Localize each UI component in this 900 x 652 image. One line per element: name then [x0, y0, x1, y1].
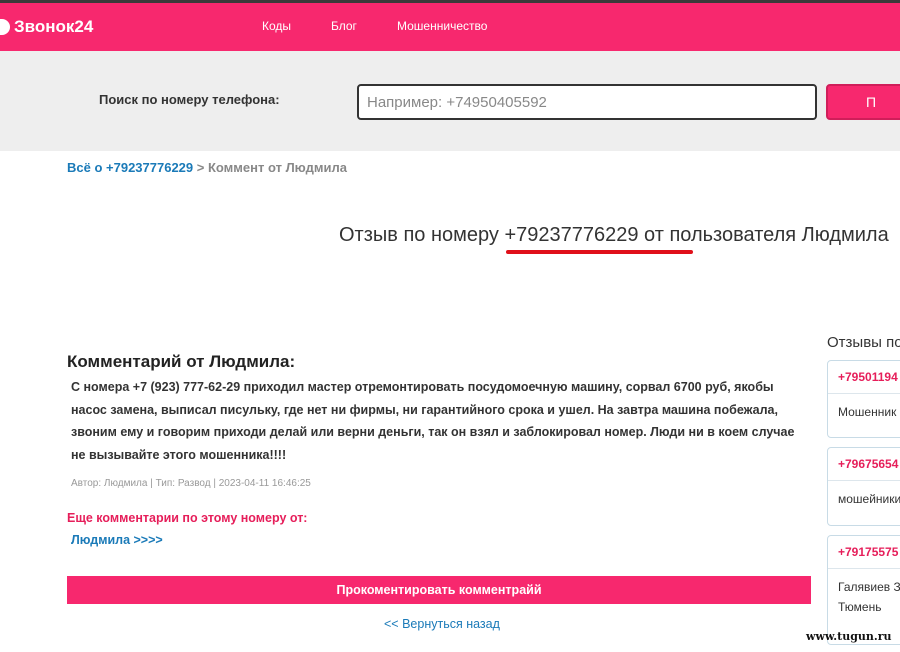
- breadcrumb-number-link[interactable]: Всё о +79237776229: [67, 160, 193, 175]
- watermark: www.tugun.ru: [806, 630, 892, 643]
- sidebar-card-text: Мошенник с: [838, 405, 900, 419]
- sidebar-card-number[interactable]: +79501194: [828, 361, 900, 394]
- search-button[interactable]: П: [826, 84, 900, 120]
- sidebar-review-card[interactable]: +79675654 мошейники: [827, 447, 900, 526]
- sidebar-card-text: мошейники: [838, 492, 900, 506]
- comment-heading: Комментарий от Людмила:: [67, 352, 296, 371]
- more-comments-author-link[interactable]: Людмила >>>>: [71, 533, 163, 547]
- breadcrumb: Всё о +79237776229 > Коммент от Людмила: [67, 160, 347, 175]
- breadcrumb-separator: >: [193, 160, 208, 175]
- more-comments-label: Еще комментарии по этому номеру от:: [67, 511, 308, 525]
- logo-text: Звонок24: [14, 17, 94, 36]
- nav-link-blog[interactable]: Блог: [331, 19, 357, 33]
- site-logo[interactable]: Звонок24: [0, 16, 93, 38]
- sidebar-card-number[interactable]: +79675654: [828, 448, 900, 481]
- back-link[interactable]: << Вернуться назад: [384, 617, 500, 631]
- nav-link-fraud[interactable]: Мошенничество: [397, 19, 487, 33]
- phone-search-input[interactable]: [357, 84, 817, 120]
- logo-icon: [0, 19, 10, 35]
- sidebar-card-text: Галявиев З Тюмень: [828, 569, 900, 617]
- page-title: Отзыв по номеру +79237776229 от пользова…: [339, 224, 889, 246]
- sidebar-review-card[interactable]: +79501194 Мошенник с: [827, 360, 900, 438]
- highlight-underline: [506, 250, 693, 254]
- sidebar-review-card[interactable]: +79175575 Галявиев З Тюмень: [827, 535, 900, 645]
- comment-text: С номера +7 (923) 777-62-29 приходил мас…: [71, 380, 795, 462]
- sidebar-title: Отзывы по: [827, 334, 900, 351]
- comment-reply-button[interactable]: Прокоментировать комментрайй: [67, 576, 811, 604]
- site-header: Звонок24 Коды Блог Мошенничество: [0, 3, 900, 51]
- nav-link-codes[interactable]: Коды: [262, 19, 291, 33]
- sidebar-card-number[interactable]: +79175575: [828, 536, 900, 569]
- sidebar-card-text-line: Тюмень: [838, 600, 882, 614]
- comment-meta: Автор: Людмила | Тип: Развод | 2023-04-1…: [71, 478, 311, 489]
- search-label: Поиск по номеру телефона:: [99, 92, 280, 107]
- breadcrumb-current: Коммент от Людмила: [207, 160, 347, 175]
- search-panel: Поиск по номеру телефона: П: [0, 51, 900, 151]
- sidebar-card-text-line: Галявиев З: [838, 580, 900, 594]
